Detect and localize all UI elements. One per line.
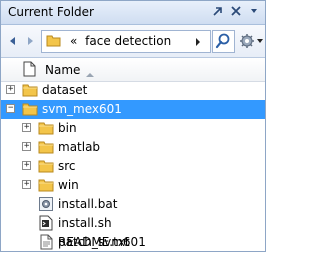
address-bar: « face detection — [1, 25, 265, 58]
tree-row-readme[interactable]: README.txt — [1, 233, 265, 252]
sort-ascending-icon — [85, 67, 95, 81]
expand-icon[interactable]: + — [22, 122, 31, 132]
panel-titlebar: Current Folder — [1, 1, 265, 25]
path-field[interactable]: « face detection — [41, 30, 211, 53]
column-name[interactable]: Name — [45, 63, 80, 77]
tree-label: matlab — [58, 140, 101, 154]
tree-label: win — [58, 178, 79, 192]
collapse-icon[interactable]: − — [6, 103, 15, 113]
batch-file-icon — [38, 196, 54, 212]
tree-label: svm_mex601 — [42, 102, 122, 116]
folder-icon — [22, 101, 38, 117]
breadcrumb-arrow-icon[interactable] — [194, 36, 202, 50]
folder-icon — [38, 139, 54, 155]
back-icon[interactable] — [6, 33, 20, 49]
expand-icon[interactable]: + — [22, 179, 31, 189]
folder-icon — [38, 120, 54, 136]
tree-label: dataset — [42, 83, 88, 97]
close-icon[interactable] — [229, 4, 243, 18]
tree-row-install-bat[interactable]: install.bat — [1, 195, 265, 214]
tree-row-matlab[interactable]: + matlab — [1, 138, 265, 157]
tree-label: bin — [58, 121, 77, 135]
current-folder-panel: Current Folder « face detection Name + d… — [0, 0, 266, 252]
path-breadcrumb: « face detection — [70, 34, 171, 48]
folder-icon — [46, 33, 62, 52]
search-icon — [215, 33, 230, 49]
tree-row-win[interactable]: + win — [1, 176, 265, 195]
search-button[interactable] — [212, 30, 235, 53]
expand-icon[interactable]: + — [22, 160, 31, 170]
folder-icon — [22, 82, 38, 98]
script-file-icon — [38, 215, 54, 231]
path-folder[interactable]: face detection — [85, 34, 171, 48]
tree-row-src[interactable]: + src — [1, 157, 265, 176]
panel-title: Current Folder — [8, 5, 94, 19]
undock-icon[interactable] — [211, 4, 225, 18]
column-header[interactable]: Name — [1, 58, 265, 82]
tree-label: install.sh — [58, 216, 112, 230]
menu-arrow-icon[interactable] — [247, 4, 261, 18]
tree-label: src — [58, 159, 76, 173]
folder-icon — [38, 177, 54, 193]
tree-label: install.bat — [58, 197, 118, 211]
expand-icon[interactable]: + — [22, 141, 31, 151]
tree-row-bin[interactable]: + bin — [1, 119, 265, 138]
page-icon — [23, 61, 36, 80]
tree-label: README.txt — [58, 235, 130, 249]
tree-row-dataset[interactable]: + dataset — [1, 81, 265, 100]
tree-row-install-sh[interactable]: install.sh — [1, 214, 265, 233]
path-prefix[interactable]: « — [70, 34, 77, 48]
text-file-icon — [38, 234, 54, 250]
forward-icon[interactable] — [23, 33, 37, 49]
folder-icon — [38, 158, 54, 174]
tree-row-svm-mex601[interactable]: − svm_mex601 — [1, 100, 265, 119]
file-tree: + dataset − svm_mex601 + bin + matlab + … — [1, 81, 265, 251]
gear-icon[interactable] — [238, 32, 264, 50]
expand-icon[interactable]: + — [6, 84, 15, 94]
